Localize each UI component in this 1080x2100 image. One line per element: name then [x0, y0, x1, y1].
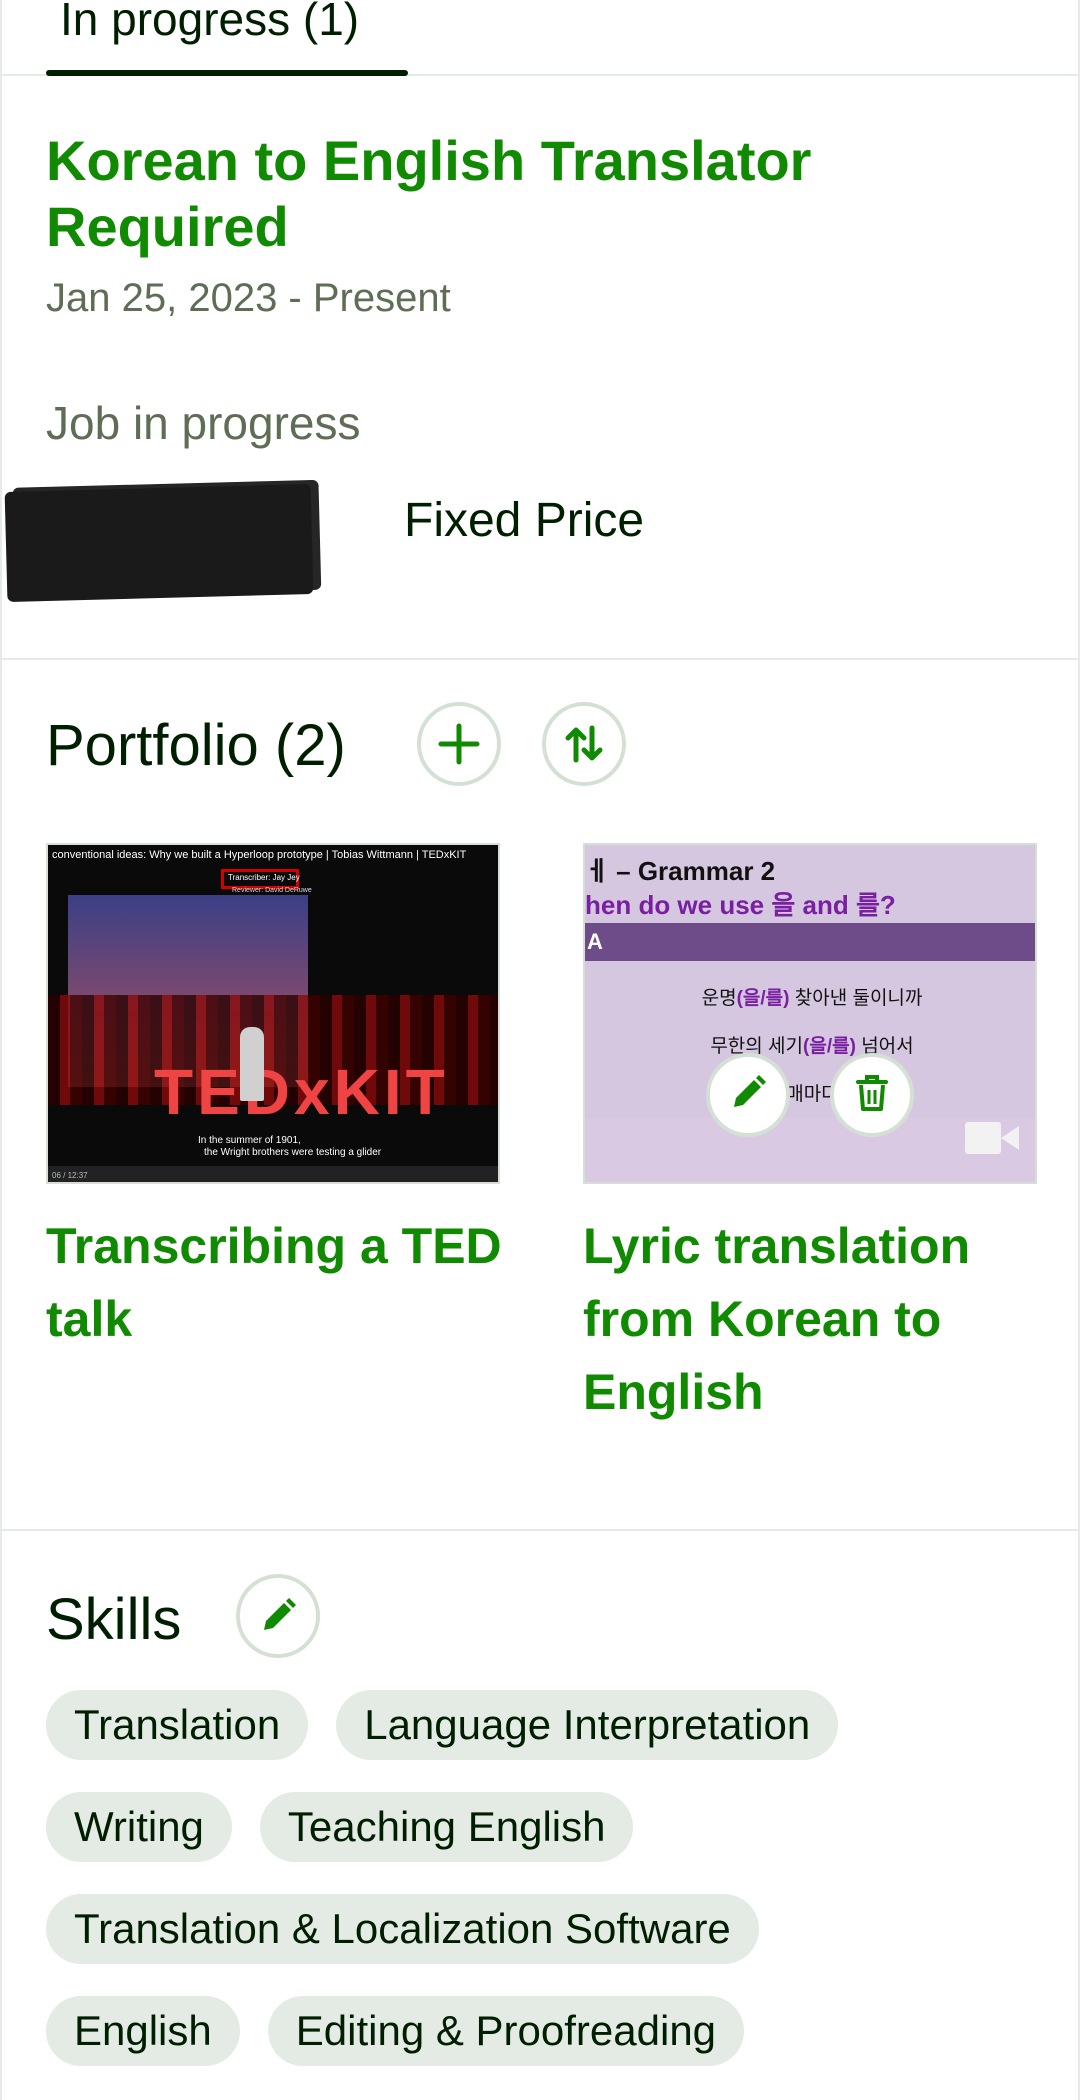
portfolio-item-title-link[interactable]: Transcribing a TED talk — [46, 1210, 516, 1356]
skill-row: English Editing & Proofreading — [46, 1996, 1046, 2066]
tab-bar: In progress (1) — [2, 0, 1080, 76]
thumb-slide-band: A — [585, 923, 1035, 961]
edit-skills-button[interactable] — [236, 1574, 320, 1658]
edit-portfolio-item-button[interactable] — [706, 1053, 790, 1137]
portfolio-thumbnail-lyrics[interactable]: ㅔ – Grammar 2 hen do we use 을 and 를? A 운… — [583, 843, 1037, 1184]
job-status: Job in progress — [46, 397, 361, 449]
skills-list: Translation Language Interpretation Writ… — [46, 1690, 1046, 2098]
pencil-icon — [728, 1073, 768, 1118]
section-divider — [2, 1529, 1080, 1531]
skill-chip[interactable]: Language Interpretation — [336, 1690, 839, 1760]
skills-title: Skills — [46, 1587, 182, 1652]
thumb-subtitle: the Wright brothers were testing a glide… — [204, 1147, 382, 1158]
thumb-subtitle: In the summer of 1901, — [198, 1135, 301, 1146]
reorder-portfolio-button[interactable] — [542, 702, 626, 786]
thumb-caption: conventional ideas: Why we built a Hyper… — [52, 849, 467, 861]
skill-row: Translation & Localization Software — [46, 1894, 1046, 1964]
job-dates: Jan 25, 2023 - Present — [46, 276, 451, 320]
thumb-time: 06 / 12:37 — [52, 1171, 88, 1180]
tab-label: In progress (1) — [60, 0, 360, 45]
pencil-icon — [258, 1596, 298, 1636]
sort-arrows-icon — [562, 722, 606, 766]
portfolio-item-title-link[interactable]: Lyric translation from Korean to English — [583, 1210, 1023, 1429]
thumb-slide-title: ㅔ – Grammar 2 — [585, 856, 776, 886]
profile-page: In progress (1) Korean to English Transl… — [0, 0, 1080, 2100]
thumb-lyric-line: 운명(을/를) 찾아낸 둘이니까 — [701, 988, 923, 1009]
thumb-lyric-line: 무한의 세기(을/를) 넘어서 — [710, 1036, 914, 1057]
section-divider — [2, 658, 1080, 660]
trash-icon — [854, 1073, 890, 1118]
thumb-speaker — [240, 1027, 264, 1101]
add-portfolio-button[interactable] — [417, 702, 501, 786]
skill-chip[interactable]: Editing & Proofreading — [267, 1996, 745, 2066]
thumb-video-bar — [48, 1166, 498, 1182]
tab-active-indicator — [46, 70, 408, 76]
skill-chip[interactable]: Translation — [46, 1690, 309, 1760]
thumb-stage-letters: TEDxKIT — [154, 1056, 449, 1128]
tab-in-progress[interactable]: In progress (1) — [46, 0, 408, 76]
portfolio-thumbnail-ted[interactable]: conventional ideas: Why we built a Hyper… — [46, 843, 500, 1184]
plus-icon — [437, 722, 481, 766]
skill-chip[interactable]: Teaching English — [259, 1792, 634, 1862]
portfolio-title: Portfolio (2) — [46, 713, 346, 778]
video-camera-icon — [965, 1118, 1021, 1158]
skill-chip[interactable]: Translation & Localization Software — [46, 1894, 759, 1964]
delete-portfolio-item-button[interactable] — [830, 1053, 914, 1137]
job-title-link[interactable]: Korean to English Translator Required — [46, 128, 946, 260]
thumb-credit: Reviewer: David DeRuwe — [232, 887, 312, 894]
redacted-area — [4, 484, 314, 602]
skill-chip[interactable]: Writing — [46, 1792, 232, 1862]
thumb-credit: Transcriber: Jay Jey — [228, 873, 300, 882]
thumb-lyric-line: 그녀(을 매마다 게 놀라 — [722, 1084, 902, 1105]
thumb-slide-question: hen do we use 을 and 를? — [585, 890, 896, 920]
skill-row: Writing Teaching English — [46, 1792, 1046, 1862]
job-price-type: Fixed Price — [404, 494, 645, 547]
skill-row: Translation Language Interpretation — [46, 1690, 1046, 1760]
skill-chip[interactable]: English — [46, 1996, 240, 2066]
